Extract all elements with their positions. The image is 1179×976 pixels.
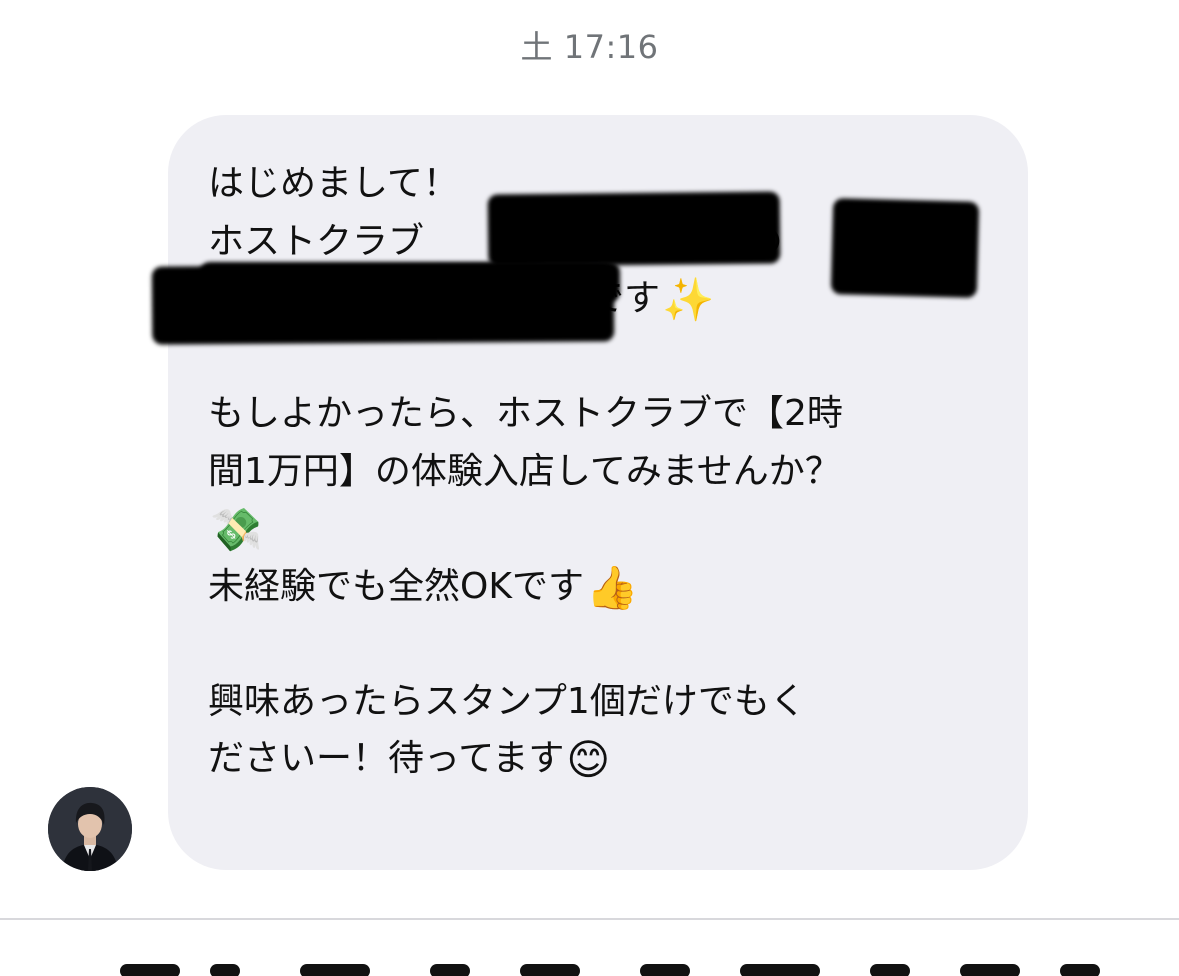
message-text: ホストクラブ	[208, 220, 425, 262]
sparkles-icon: ✨	[662, 275, 715, 324]
redaction-mark	[200, 262, 620, 302]
message-line: 💸	[208, 500, 1008, 558]
message-line: もしよかったら、ホストクラブで【2時	[208, 393, 843, 434]
redaction-mark	[487, 191, 781, 267]
money-with-wings-icon: 💸	[210, 505, 263, 554]
message-text: 未経験でも全然OKです	[208, 565, 584, 607]
message-timestamp: 土 17:16	[520, 28, 659, 66]
smiling-face-icon: 😊	[566, 735, 611, 784]
message-line: 間1万円】の体験入店してみませんか？	[208, 450, 841, 492]
sender-avatar[interactable]	[48, 787, 132, 871]
next-conversation-preview	[0, 950, 1179, 976]
thumbs-up-icon: 👍	[585, 562, 639, 612]
message-text: ださいー！待ってます	[208, 738, 565, 779]
message-line: 未経験でも全然OKです👍	[208, 558, 1008, 616]
message-line: ださいー！待ってます😊	[208, 730, 1008, 788]
message-line: 興味あったらスタンプ1個だけでもく	[208, 680, 806, 722]
profile-photo-icon	[48, 787, 132, 871]
redaction-mark	[830, 198, 980, 298]
divider	[0, 918, 1179, 920]
